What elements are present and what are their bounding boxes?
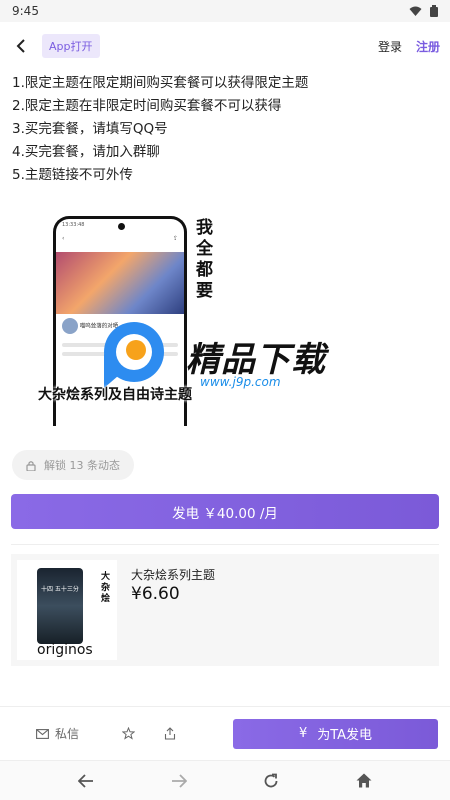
product-price: ¥6.60	[131, 584, 180, 604]
rule-item: 3.买完套餐，请填写QQ号	[12, 121, 168, 137]
share-icon	[164, 727, 176, 740]
chevron-left-icon	[16, 39, 25, 53]
product-name: 大杂烩系列主题	[131, 568, 216, 582]
share-button[interactable]	[160, 724, 180, 744]
login-link[interactable]: 登录	[378, 38, 402, 55]
product-thumbnail: 十四 五十三分 大杂烩 originos	[17, 560, 117, 660]
nav-back-button[interactable]	[74, 769, 98, 793]
top-nav: App打开 登录 注册	[0, 22, 450, 70]
thumb-time: 十四 五十三分	[41, 586, 79, 593]
bottom-action-bar: 私信 ¥ 为TA发电	[0, 706, 450, 760]
camera-dot	[118, 223, 125, 230]
phone-banner-image	[56, 252, 184, 314]
lock-icon	[26, 460, 36, 471]
mail-icon	[36, 728, 49, 739]
charge-ta-label: 为TA发电	[317, 728, 373, 743]
watermark-logo-icon	[104, 322, 164, 388]
promo-side-text: 我全都要	[196, 218, 213, 301]
arrow-left-icon	[78, 773, 94, 788]
rule-item: 2.限定主题在非限定时间购买套餐不可以获得	[12, 98, 282, 114]
watermark-url: www.j9p.com	[200, 375, 281, 389]
unlock-posts-pill[interactable]: 解锁 13 条动态	[12, 450, 134, 480]
watermark-text: 精品下载	[186, 340, 326, 380]
thumb-phone-screen	[37, 568, 83, 644]
favorite-button[interactable]	[118, 724, 138, 744]
avatar	[62, 318, 78, 334]
app-open-button[interactable]: App打开	[42, 34, 100, 58]
nav-home-button[interactable]	[352, 769, 376, 793]
phone-toolbar: ‹ ⇪	[62, 235, 178, 242]
rules-list: 1.限定主题在限定期间购买套餐可以获得限定主题 2.限定主题在非限定时间购买套餐…	[12, 72, 432, 187]
rule-item: 4.买完套餐，请加入群聊	[12, 144, 160, 160]
status-time: 9:45	[12, 4, 39, 18]
charge-monthly-button[interactable]: 发电 ￥40.00 /月	[11, 494, 439, 529]
charge-ta-button[interactable]: ¥ 为TA发电	[233, 718, 438, 749]
nav-forward-button[interactable]	[167, 769, 191, 793]
refresh-icon	[264, 773, 278, 787]
battery-icon	[430, 5, 438, 17]
rule-item: 5.主题链接不可外传	[12, 167, 133, 183]
back-button[interactable]	[10, 34, 34, 58]
nav-refresh-button[interactable]	[259, 769, 283, 793]
rule-item: 1.限定主题在限定期间购买套餐可以获得限定主题	[12, 75, 309, 91]
register-link[interactable]: 注册	[416, 38, 440, 55]
star-icon	[121, 727, 135, 740]
thumb-os-label: originos	[37, 642, 93, 658]
yen-icon: ¥	[298, 726, 308, 741]
message-button[interactable]: 私信	[36, 725, 96, 742]
unlock-label: 解锁 13 条动态	[44, 459, 120, 472]
system-icons	[409, 5, 438, 17]
product-card[interactable]: 十四 五十三分 大杂烩 originos 大杂烩系列主题 ¥6.60	[11, 554, 439, 666]
home-icon	[356, 773, 372, 788]
status-bar: 9:45	[0, 0, 450, 22]
thumb-side-text: 大杂烩	[101, 572, 111, 604]
promo-image: 13:33:48 ‹ ⇪ 喵呜耸落的对晒 我全都要 精品下载 www.j9p.co…	[0, 208, 450, 426]
browser-nav-bar	[0, 760, 450, 800]
divider	[11, 544, 439, 545]
arrow-right-icon	[171, 773, 187, 788]
auth-links: 登录 注册	[378, 38, 440, 55]
wifi-icon	[409, 6, 422, 16]
message-label: 私信	[55, 727, 80, 741]
promo-caption: 大杂烩系列及自由诗主题	[38, 387, 192, 403]
